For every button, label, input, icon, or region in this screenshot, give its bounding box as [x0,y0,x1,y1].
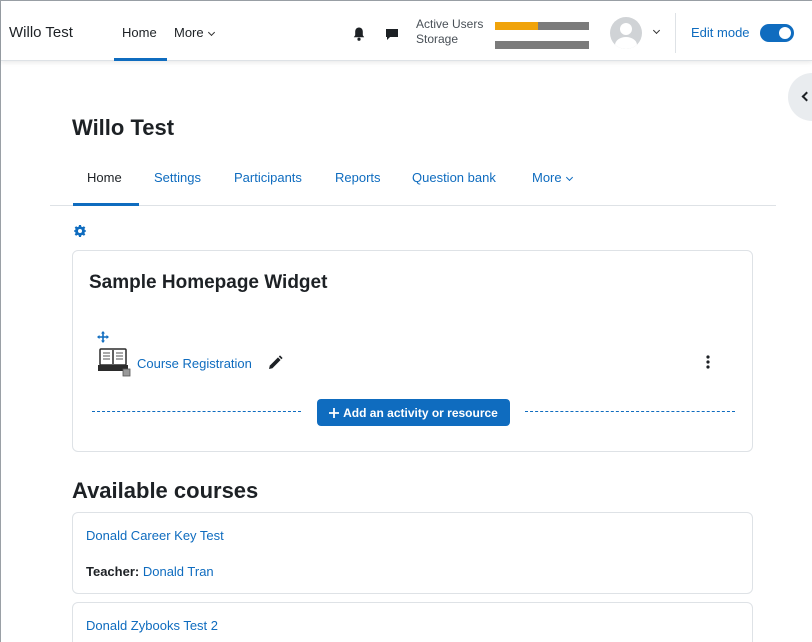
course-link[interactable]: Donald Zybooks Test 2 [86,618,218,633]
site-brand[interactable]: Willo Test [9,24,73,41]
navbar-divider [675,13,676,53]
tab-home-active-indicator [73,203,139,206]
nav-more-label: More [174,25,204,40]
secondary-navigation: Home Settings Participants Reports Quest… [50,160,776,206]
tab-home[interactable]: Home [87,170,122,185]
tab-reports[interactable]: Reports [335,170,381,185]
page-title: Willo Test [72,115,175,140]
tab-question-bank[interactable]: Question bank [412,170,496,185]
chevron-down-icon [565,173,573,182]
active-users-meter [495,22,589,30]
kebab-menu-icon[interactable] [705,354,711,370]
chevron-left-icon [801,91,812,102]
nav-home-link[interactable]: Home [122,25,157,40]
available-courses-title: Available courses [72,478,259,503]
messages-icon[interactable] [385,28,399,41]
storage-label: Storage [416,32,459,46]
avatar-head [620,23,632,35]
course-teacher: Teacher: Donald Tran [86,564,214,579]
pencil-edit-icon[interactable] [267,355,283,371]
section-divider-right [525,411,735,412]
homepage-widget-card: Sample Homepage Widget Course Registrati… [72,250,753,452]
book-activity-icon [98,348,131,377]
tab-participants[interactable]: Participants [234,170,302,185]
open-drawer-button[interactable] [788,73,812,121]
frame-border-left [0,0,1,642]
teacher-label: Teacher: [86,564,143,579]
user-avatar[interactable] [610,17,642,49]
nav-more-menu[interactable]: More [174,25,215,40]
top-navbar: Willo Test Home More Active Users Storag… [1,1,812,61]
section-divider-left [92,411,301,412]
widget-title: Sample Homepage Widget [89,272,328,293]
tab-settings[interactable]: Settings [154,170,201,185]
teacher-link[interactable]: Donald Tran [143,564,214,579]
add-activity-button[interactable]: Add an activity or resource [317,399,510,426]
edit-mode-toggle[interactable] [760,24,794,42]
move-icon[interactable] [97,331,109,343]
usage-meter-labels: Active Users Storage [416,17,483,47]
toggle-knob [779,27,791,39]
add-activity-label: Add an activity or resource [343,405,498,420]
chevron-down-icon [207,28,215,37]
tab-more-label: More [532,170,562,185]
course-link[interactable]: Donald Career Key Test [86,528,224,543]
active-users-label: Active Users [416,17,484,31]
course-card: Donald Zybooks Test 2 [72,602,753,642]
active-users-meter-fill [495,22,539,30]
plus-icon [329,407,340,418]
gear-icon[interactable] [74,225,86,237]
nav-home-active-indicator [114,58,167,61]
avatar-body [615,37,637,49]
notifications-bell-icon[interactable] [353,27,365,41]
user-menu-chevron-down-icon[interactable] [652,26,661,35]
storage-meter [495,41,589,49]
course-registration-link[interactable]: Course Registration [137,356,252,371]
edit-mode-label: Edit mode [691,25,750,40]
tab-more[interactable]: More [532,170,573,185]
course-card: Donald Career Key Test Teacher: Donald T… [72,512,753,594]
